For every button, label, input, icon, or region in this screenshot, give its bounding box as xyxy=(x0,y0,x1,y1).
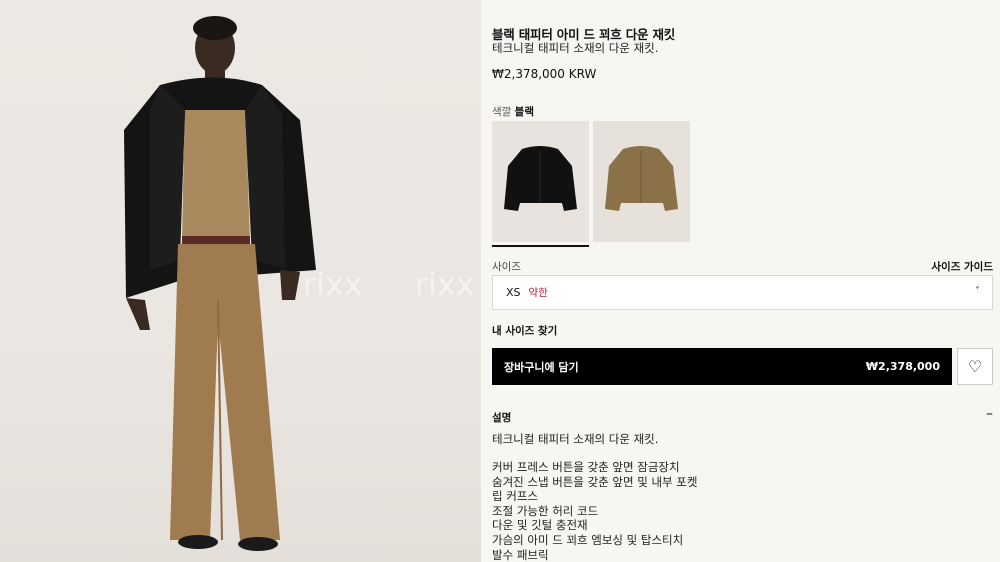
list-item: 숨겨진 스냅 버튼을 갖춘 앞면 및 내부 포켓 xyxy=(492,474,698,489)
list-item: 커버 프레스 버튼을 갖춘 앞면 잠금장치 xyxy=(492,460,680,474)
find-my-size-link[interactable]: 내 사이즈 찾기 xyxy=(492,323,557,338)
watermark: rixx xyxy=(415,268,476,303)
description-list: 커버 프레스 버튼을 갖춘 앞면 잠금장치 숨겨진 스냅 버튼을 갖춘 앞면 및… xyxy=(492,460,697,562)
size-select[interactable]: XS 약한 ˅ xyxy=(492,275,993,310)
selected-swatch-indicator xyxy=(492,245,589,247)
add-to-cart-price: ₩2,378,000 xyxy=(865,360,940,373)
description-title[interactable]: 설명 xyxy=(492,410,511,425)
watermark: rixx xyxy=(303,268,364,303)
product-price: ₩2,378,000 KRW xyxy=(492,67,597,81)
add-to-cart-label: 장바구니에 담기 xyxy=(504,360,579,374)
product-subtitle: 테크니컬 태피터 소재의 다운 재킷. xyxy=(492,41,659,55)
collapse-icon[interactable]: – xyxy=(986,406,993,422)
list-item: 립 커프스 xyxy=(492,489,538,504)
product-photo[interactable]: rixx rixx xyxy=(0,0,481,562)
description-intro: 테크니컬 태피터 소재의 다운 재킷. xyxy=(492,432,659,446)
wishlist-button[interactable]: ♡ xyxy=(957,348,993,385)
list-item: 발수 패브릭 xyxy=(492,547,549,562)
model-illustration xyxy=(124,16,316,551)
size-label: 사이즈 xyxy=(492,261,521,273)
size-guide-link[interactable]: 사이즈 가이드 xyxy=(931,259,993,274)
add-to-cart-button[interactable]: 장바구니에 담기 ₩2,378,000 xyxy=(492,348,952,385)
chevron-down-icon: ˅ xyxy=(975,286,980,297)
color-label: 색깔 xyxy=(492,106,512,118)
product-info-panel: 블랙 태피터 아미 드 꾀흐 다운 재킷 테크니컬 태피터 소재의 다운 재킷.… xyxy=(481,0,1000,562)
stock-status: 약한 xyxy=(528,287,548,299)
color-swatch-black[interactable] xyxy=(492,121,589,242)
color-label-row: 색깔 블랙 xyxy=(492,104,534,119)
size-selected-value: XS xyxy=(506,286,521,299)
camel-jacket-thumbnail xyxy=(605,146,678,211)
list-item: 다운 및 깃털 충전재 xyxy=(492,518,588,533)
list-item: 조절 가능한 허리 코드 xyxy=(492,503,599,518)
product-page: rixx rixx 블랙 태피터 아미 드 꾀흐 다운 재킷 테크니컬 태피터 … xyxy=(0,0,1000,562)
heart-icon: ♡ xyxy=(967,357,983,376)
list-item: 가슴의 아미 드 꾀흐 엠보싱 및 탑스티치 xyxy=(492,532,684,547)
black-jacket-thumbnail xyxy=(504,146,577,211)
color-swatch-camel[interactable] xyxy=(593,121,690,242)
color-selected: 블랙 xyxy=(514,106,534,118)
